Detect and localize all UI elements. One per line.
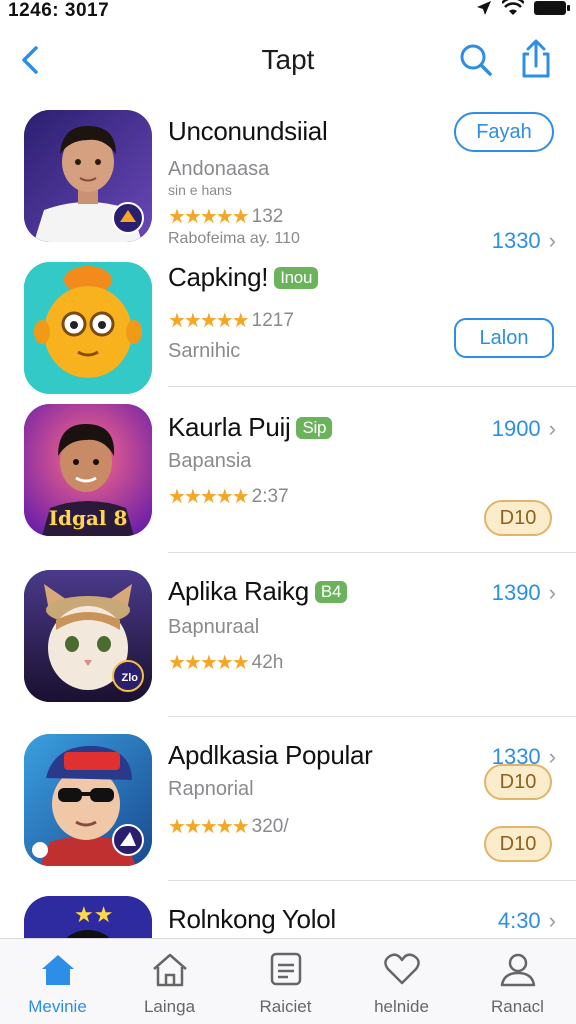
chevron-right-icon: › xyxy=(548,580,556,605)
app-subtitle: Sarnihic xyxy=(168,340,241,362)
get-button[interactable]: Fayah xyxy=(454,112,554,152)
tab-bar: Mevinie Lainga Raiciet helnide Ranacl xyxy=(0,938,576,1024)
nav-bar: Tapt xyxy=(0,30,576,90)
app-name: Kaurla Puij Sip xyxy=(168,412,333,443)
tab-label: Lainga xyxy=(143,997,196,1016)
app-name-text: Capking! xyxy=(168,262,269,292)
star-rating-icon: ★★★★★ xyxy=(168,486,250,508)
price-link[interactable]: 1390 › xyxy=(492,580,556,606)
app-name: Rolnkong Yolol xyxy=(168,904,336,934)
price-pill-button[interactable]: D10 xyxy=(484,500,552,536)
star-rating-icon: ★★★★★ xyxy=(168,206,250,228)
chevron-left-icon xyxy=(22,46,38,74)
rating-count: 1217 xyxy=(251,309,294,331)
app-tag: Inou xyxy=(274,267,319,289)
icon-badge-text: Zlo xyxy=(121,672,139,684)
app-subtitle: Andonaasa xyxy=(168,158,270,180)
app-rating: ★★★★★ 1217 xyxy=(168,308,294,333)
heart-icon xyxy=(383,953,420,985)
app-icon xyxy=(24,110,152,242)
price-value: 4:30 xyxy=(497,908,541,933)
tab-lainga[interactable]: Lainga xyxy=(112,951,227,1017)
tab-home[interactable]: Mevinie xyxy=(0,951,115,1017)
app-icon xyxy=(24,262,152,394)
price-value: 1390 xyxy=(491,580,541,605)
price-value: 1330 xyxy=(491,228,541,253)
app-subtitle-secondary: sin e hans xyxy=(168,182,232,198)
tab-label: Ranacl xyxy=(491,997,544,1016)
tab-label: helnide xyxy=(374,997,429,1016)
status-icons xyxy=(476,0,570,16)
battery-icon xyxy=(534,1,570,15)
chevron-right-icon: › xyxy=(548,416,556,441)
app-icon: Idgal 8 xyxy=(24,404,152,536)
chevron-right-icon: › xyxy=(548,908,556,933)
star-rating-icon: ★★★★★ xyxy=(168,652,250,674)
wifi-icon xyxy=(502,0,524,15)
app-icon: Zlo xyxy=(24,570,152,702)
app-rating: ★★★★★ 42h xyxy=(168,650,283,675)
rating-count: 132 xyxy=(251,205,284,227)
tab-label: Mevinie xyxy=(28,997,87,1016)
price-link[interactable]: 1330 › xyxy=(492,744,556,770)
status-time: 1246: 3017 xyxy=(8,0,110,21)
tab-label: Raiciet xyxy=(259,997,312,1016)
rating-count: 2:37 xyxy=(251,485,289,507)
status-bar: 1246: 3017 xyxy=(0,0,576,22)
chevron-right-icon: › xyxy=(548,744,556,769)
row-divider xyxy=(168,880,576,881)
app-meta: Rabofeima ay. 110 xyxy=(168,230,300,247)
share-button[interactable] xyxy=(516,38,556,80)
tab-helnide[interactable]: helnide xyxy=(344,951,459,1017)
price-value: 1900 xyxy=(491,416,541,441)
price-value: 1330 xyxy=(491,744,541,769)
app-name: Capking! Inou xyxy=(168,262,319,293)
row-divider xyxy=(168,716,576,717)
icon-badge-text: Idgal 8 xyxy=(48,506,128,530)
search-button[interactable] xyxy=(456,40,496,80)
price-pill-button[interactable]: D10 xyxy=(484,826,552,862)
app-icon xyxy=(24,734,152,866)
share-icon xyxy=(522,39,550,78)
row-divider xyxy=(168,386,576,387)
price-link[interactable]: 1330 › xyxy=(492,228,556,254)
svg-text:★★: ★★ xyxy=(74,903,113,928)
row-divider xyxy=(168,552,576,553)
app-rating: ★★★★★ 2:37 xyxy=(168,484,289,509)
get-button[interactable]: Lalon xyxy=(454,318,554,358)
app-rating: ★★★★★ 132 xyxy=(168,204,283,229)
list-icon xyxy=(270,952,301,986)
price-link[interactable]: 1900 › xyxy=(492,416,556,442)
app-name: Aplika Raikg B4 xyxy=(168,576,348,607)
price-link[interactable]: 4:30 › xyxy=(498,908,556,934)
location-icon xyxy=(477,1,491,15)
app-name-text: Aplika Raikg xyxy=(168,576,309,606)
chevron-right-icon: › xyxy=(548,228,556,253)
rating-count: 320/ xyxy=(251,815,289,837)
app-subtitle: Bapansia xyxy=(168,450,252,472)
app-name-text: Kaurla Puij xyxy=(168,412,291,442)
app-name: Apdlkasia Popular xyxy=(168,740,373,770)
app-tag: B4 xyxy=(314,581,348,603)
home-icon xyxy=(41,955,74,985)
search-icon xyxy=(460,44,492,76)
back-button[interactable] xyxy=(14,40,48,80)
tab-raiciet[interactable]: Raiciet xyxy=(228,951,343,1017)
star-rating-icon: ★★★★★ xyxy=(168,310,250,332)
tab-ranacl[interactable]: Ranacl xyxy=(460,951,575,1017)
app-subtitle: Bapnuraal xyxy=(168,616,260,638)
star-rating-icon: ★★★★★ xyxy=(168,816,250,838)
app-subtitle: Rapnorial xyxy=(168,778,254,800)
app-tag: Sip xyxy=(296,417,333,439)
app-rating: ★★★★★ 320/ xyxy=(168,814,289,839)
person-icon xyxy=(500,953,535,987)
rating-count: 42h xyxy=(251,651,284,673)
app-name: Unconundsiial xyxy=(168,116,328,146)
house-outline-icon xyxy=(152,953,187,987)
